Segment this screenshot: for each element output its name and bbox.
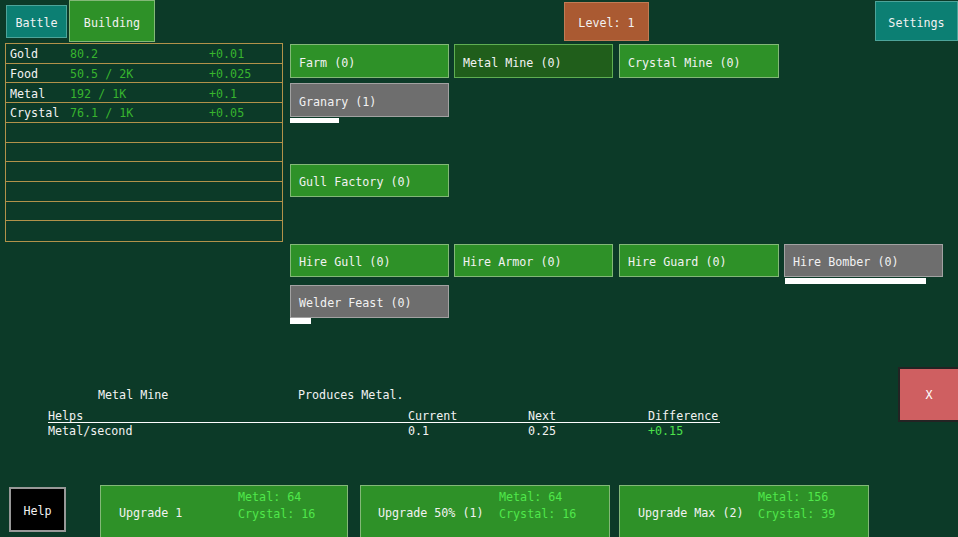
resource-name: Food: [10, 67, 38, 81]
info-row-name: Metal/second: [48, 425, 132, 437]
info-col-helps: Helps: [48, 410, 83, 422]
hire-guard-button[interactable]: Hire Guard (0): [619, 244, 779, 277]
hire-gull-button[interactable]: Hire Gull (0): [290, 244, 449, 277]
info-title: Metal Mine: [98, 389, 168, 401]
info-col-difference: Difference: [648, 410, 718, 422]
upgrade-label: Upgrade 1: [119, 507, 182, 519]
resource-rate: +0.05: [209, 107, 244, 121]
resource-row-empty: [6, 162, 282, 182]
info-row-next: 0.25: [528, 425, 556, 437]
upgrade-label: Upgrade Max (2): [638, 507, 744, 519]
resource-name: Crystal: [10, 107, 59, 121]
resource-value: 76.1 / 1K: [70, 107, 133, 121]
upgrade-label: Upgrade 50% (1): [378, 507, 484, 519]
upgrade-crystal-cost: Crystal: 16: [499, 508, 576, 521]
resource-row-empty: [6, 123, 282, 143]
resource-row-food: Food 50.5 / 2K +0.025: [6, 64, 282, 84]
info-row-difference: +0.15: [648, 425, 683, 437]
resource-row-gold: Gold 80.2 +0.01: [6, 44, 282, 64]
upgrade-1-button[interactable]: Upgrade 1 Metal: 64 Crystal: 16: [100, 485, 348, 537]
resource-name: Metal: [10, 87, 45, 101]
info-row-current: 0.1: [408, 425, 429, 437]
resource-row-empty: [6, 221, 282, 241]
info-header-underline: [48, 422, 720, 423]
resource-value: 192 / 1K: [70, 87, 126, 101]
upgrade-metal-cost: Metal: 64: [499, 491, 562, 504]
upgrade-50-button[interactable]: Upgrade 50% (1) Metal: 64 Crystal: 16: [360, 485, 610, 537]
building-granary-button[interactable]: Granary (1): [290, 83, 449, 117]
resource-row-empty: [6, 143, 282, 163]
building-crystal-mine-button[interactable]: Crystal Mine (0): [619, 44, 779, 78]
resource-name: Gold: [10, 47, 38, 61]
help-button[interactable]: Help: [9, 487, 66, 532]
building-farm-button[interactable]: Farm (0): [290, 44, 449, 78]
resource-table: Gold 80.2 +0.01 Food 50.5 / 2K +0.025 Me…: [5, 43, 283, 242]
tab-building[interactable]: Building: [69, 0, 155, 42]
resource-row-metal: Metal 192 / 1K +0.1: [6, 83, 282, 103]
resource-row-empty: [6, 202, 282, 222]
welder-feast-button[interactable]: Welder Feast (0): [290, 285, 449, 318]
upgrade-crystal-cost: Crystal: 16: [238, 508, 315, 521]
welder-feast-progress-bar: [290, 318, 449, 324]
upgrade-metal-cost: Metal: 156: [758, 491, 828, 504]
level-button[interactable]: Level: 1: [564, 2, 649, 41]
resource-rate: +0.025: [209, 67, 251, 81]
settings-button[interactable]: Settings: [875, 1, 958, 41]
info-col-current: Current: [408, 410, 457, 422]
resource-rate: +0.01: [209, 47, 244, 61]
close-button[interactable]: X: [898, 367, 958, 422]
upgrade-metal-cost: Metal: 64: [238, 491, 301, 504]
upgrade-max-button[interactable]: Upgrade Max (2) Metal: 156 Crystal: 39: [619, 485, 869, 537]
granary-progress-bar: [290, 118, 449, 123]
info-description: Produces Metal.: [298, 389, 404, 401]
resource-rate: +0.1: [209, 87, 237, 101]
resource-value: 80.2: [70, 47, 98, 61]
info-col-next: Next: [528, 410, 556, 422]
hire-bomber-button[interactable]: Hire Bomber (0): [784, 244, 943, 277]
resource-row-crystal: Crystal 76.1 / 1K +0.05: [6, 103, 282, 123]
hire-bomber-progress-bar: [785, 278, 943, 284]
resource-row-empty: [6, 182, 282, 202]
resource-value: 50.5 / 2K: [70, 67, 133, 81]
building-metal-mine-button[interactable]: Metal Mine (0): [454, 44, 613, 78]
building-gull-factory-button[interactable]: Gull Factory (0): [290, 164, 449, 197]
hire-armor-button[interactable]: Hire Armor (0): [454, 244, 613, 277]
tab-battle[interactable]: Battle: [6, 5, 67, 38]
upgrade-crystal-cost: Crystal: 39: [758, 508, 835, 521]
